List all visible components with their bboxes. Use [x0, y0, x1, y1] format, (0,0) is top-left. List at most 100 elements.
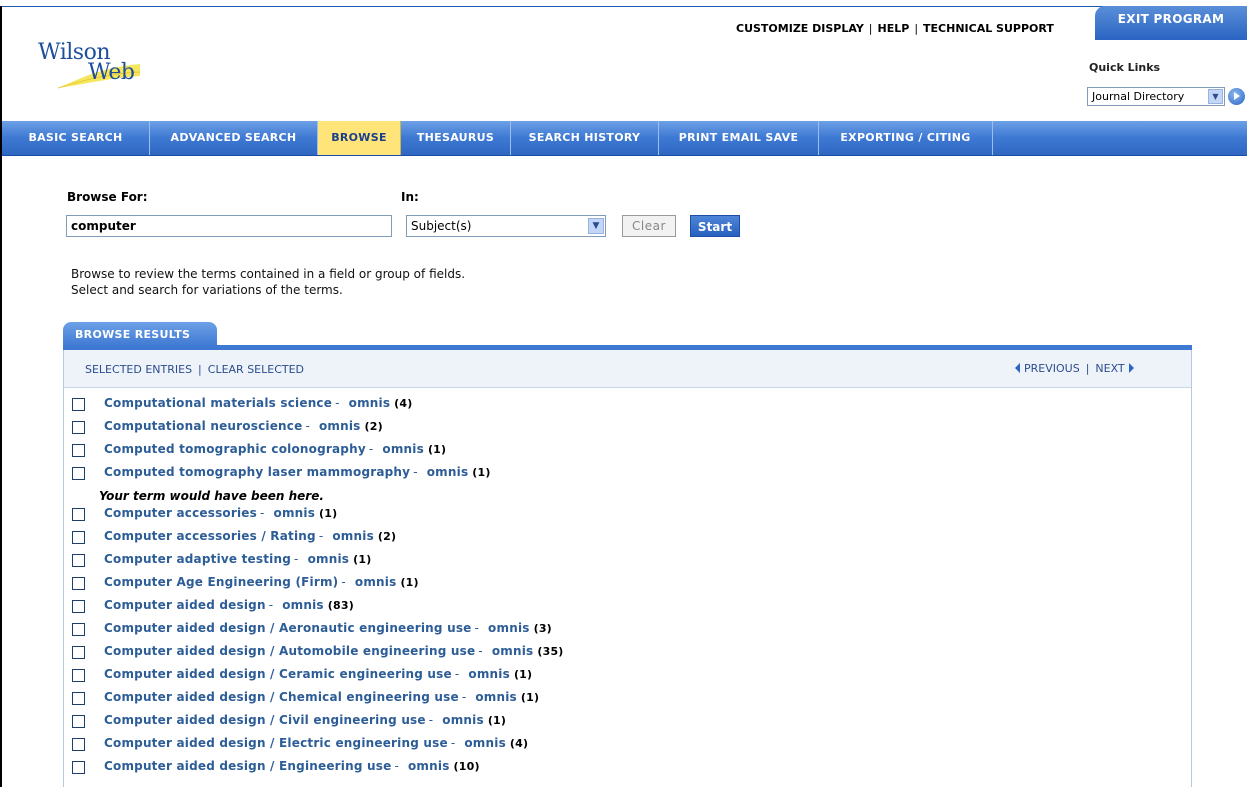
term-count: (1)	[487, 714, 507, 727]
start-button[interactable]: Start	[690, 215, 740, 237]
tab-advanced-search[interactable]: ADVANCED SEARCH	[150, 121, 318, 155]
description-line-1: Browse to review the terms contained in …	[71, 267, 466, 281]
exit-program-button[interactable]: EXIT PROGRAM	[1095, 6, 1247, 40]
term-link[interactable]: Computer accessories	[104, 506, 257, 520]
next-link[interactable]: NEXT	[1095, 362, 1124, 375]
select-checkbox[interactable]	[72, 554, 85, 567]
term-position-note: Your term would have been here.	[99, 489, 324, 503]
select-checkbox[interactable]	[72, 467, 85, 480]
term-link[interactable]: Computer aided design	[104, 598, 266, 612]
separator: |	[868, 22, 873, 35]
database-link[interactable]: omnis	[332, 529, 374, 543]
field-select[interactable]: Subject(s) ▼	[406, 215, 606, 237]
database-link[interactable]: omnis	[408, 759, 450, 773]
tab-thesaurus[interactable]: THESAURUS	[401, 121, 511, 155]
term-link[interactable]: Computer aided design / Civil engineerin…	[104, 713, 426, 727]
term-count: (1)	[319, 507, 338, 520]
database-link[interactable]: omnis	[282, 598, 324, 612]
browse-for-input[interactable]: computer	[66, 215, 392, 237]
term-link[interactable]: Computed tomographic colonography	[104, 442, 366, 456]
quick-links-go-icon[interactable]	[1228, 88, 1245, 105]
term-link[interactable]: Computational neuroscience	[104, 419, 302, 433]
tab-print-email-save[interactable]: PRINT EMAIL SAVE	[659, 121, 819, 155]
chevron-down-icon: ▼	[1208, 89, 1223, 104]
database-link[interactable]: omnis	[382, 442, 424, 456]
term-link[interactable]: Computer aided design / Engineering use	[104, 759, 391, 773]
select-checkbox[interactable]	[72, 692, 85, 705]
in-label: In:	[401, 190, 419, 204]
database-link[interactable]: omnis	[274, 506, 316, 520]
select-checkbox[interactable]	[72, 600, 85, 613]
term-link[interactable]: Computed tomography laser mammography	[104, 465, 410, 479]
term-link[interactable]: Computer aided design / Automobile engin…	[104, 644, 475, 658]
previous-link[interactable]: PREVIOUS	[1024, 362, 1080, 375]
term-link[interactable]: Computer aided design / Electric enginee…	[104, 736, 448, 750]
tab-basic-search[interactable]: BASIC SEARCH	[2, 121, 150, 155]
tab-search-history[interactable]: SEARCH HISTORY	[511, 121, 659, 155]
browse-results-tab: BROWSE RESULTS	[63, 322, 217, 347]
select-checkbox[interactable]	[72, 646, 85, 659]
logo-text-web: Web	[88, 60, 135, 85]
main-nav: BASIC SEARCH ADVANCED SEARCH BROWSE THES…	[2, 121, 1247, 156]
term-count: (4)	[509, 737, 529, 750]
term-count: (4)	[394, 397, 413, 410]
database-link[interactable]: omnis	[492, 644, 534, 658]
term-count: (1)	[520, 691, 540, 704]
term-count: (1)	[472, 466, 491, 479]
select-checkbox[interactable]	[72, 623, 85, 636]
clear-button[interactable]: Clear	[622, 215, 676, 237]
term-link[interactable]: Computer adaptive testing	[104, 552, 291, 566]
triangle-left-icon	[1015, 363, 1020, 373]
select-checkbox[interactable]	[72, 577, 85, 590]
term-link[interactable]: Computer Age Engineering (Firm)	[104, 575, 338, 589]
term-count: (2)	[377, 530, 397, 543]
select-checkbox[interactable]	[72, 669, 85, 682]
pager: PREVIOUS | NEXT	[1015, 362, 1134, 375]
term-count: (3)	[533, 622, 552, 635]
select-checkbox[interactable]	[72, 508, 85, 521]
tab-browse[interactable]: BROWSE	[318, 121, 401, 155]
database-link[interactable]: omnis	[355, 575, 397, 589]
separator: |	[914, 22, 919, 35]
database-link[interactable]: omnis	[475, 690, 517, 704]
tab-exporting-citing[interactable]: EXPORTING / CITING	[819, 121, 993, 155]
select-checkbox[interactable]	[72, 421, 85, 434]
database-link[interactable]: omnis	[427, 465, 469, 479]
triangle-right-icon	[1128, 363, 1134, 373]
term-link[interactable]: Computer aided design / Aeronautic engin…	[104, 621, 472, 635]
database-link[interactable]: omnis	[464, 736, 506, 750]
term-count: (1)	[400, 576, 419, 589]
term-link[interactable]: Computational materials science	[104, 396, 332, 410]
selected-entries-link[interactable]: SELECTED ENTRIES	[85, 363, 192, 376]
select-checkbox[interactable]	[72, 444, 85, 457]
database-link[interactable]: omnis	[442, 713, 484, 727]
select-checkbox[interactable]	[72, 761, 85, 774]
term-count: (83)	[327, 599, 354, 612]
quick-links-select[interactable]: Journal Directory ▼	[1087, 87, 1225, 106]
select-checkbox[interactable]	[72, 531, 85, 544]
help-link[interactable]: HELP	[878, 22, 910, 35]
select-checkbox[interactable]	[72, 738, 85, 751]
browse-for-label: Browse For:	[67, 190, 148, 204]
term-link[interactable]: Computer aided design / Chemical enginee…	[104, 690, 459, 704]
separator: |	[198, 363, 202, 376]
select-checkbox[interactable]	[72, 398, 85, 411]
top-links: CUSTOMIZE DISPLAY | HELP | TECHNICAL SUPPORT	[736, 22, 1054, 35]
database-link[interactable]: omnis	[349, 396, 391, 410]
database-link[interactable]: omnis	[308, 552, 350, 566]
quick-links-value: Journal Directory	[1092, 90, 1185, 103]
wilsonweb-logo[interactable]: Wilson Web	[38, 40, 148, 96]
database-link[interactable]: omnis	[468, 667, 510, 681]
chevron-down-icon: ▼	[588, 218, 604, 234]
database-link[interactable]: omnis	[488, 621, 530, 635]
term-count: (2)	[364, 420, 383, 433]
term-count: (1)	[353, 553, 372, 566]
customize-display-link[interactable]: CUSTOMIZE DISPLAY	[736, 22, 864, 35]
select-checkbox[interactable]	[72, 715, 85, 728]
technical-support-link[interactable]: TECHNICAL SUPPORT	[923, 22, 1054, 35]
description-line-2: Select and search for variations of the …	[71, 283, 343, 297]
database-link[interactable]: omnis	[319, 419, 361, 433]
clear-selected-link[interactable]: CLEAR SELECTED	[208, 363, 304, 376]
term-link[interactable]: Computer aided design / Ceramic engineer…	[104, 667, 452, 681]
term-link[interactable]: Computer accessories / Rating	[104, 529, 316, 543]
